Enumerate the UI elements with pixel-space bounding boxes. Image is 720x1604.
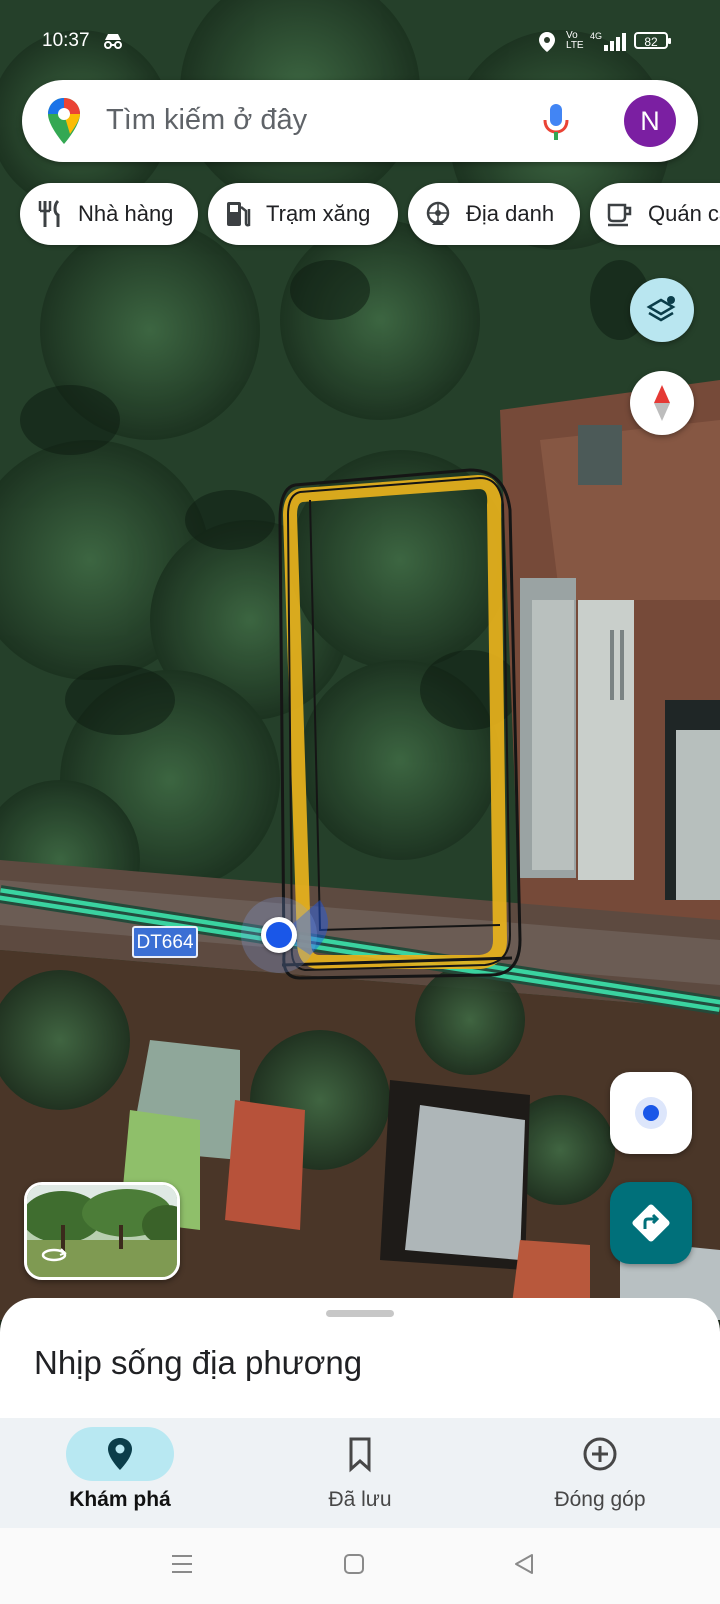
- nav-explore[interactable]: Khám phá: [0, 1418, 240, 1528]
- battery-indicator: 82: [634, 32, 671, 49]
- incognito-icon: [102, 32, 124, 55]
- chip-gas-stations[interactable]: Trạm xăng: [208, 183, 398, 245]
- maps-pin-logo-icon: [46, 96, 82, 151]
- bottom-navigation: Khám phá Đã lưu Đóng góp: [0, 1418, 720, 1528]
- battery-level: 82: [644, 35, 658, 49]
- bottom-sheet[interactable]: Nhịp sống địa phương: [0, 1298, 720, 1418]
- search-input[interactable]: Tìm kiếm ở đây: [106, 104, 307, 137]
- svg-text:4G: 4G: [590, 31, 602, 41]
- chip-label: Nhà hàng: [78, 201, 174, 226]
- signal-icon: 4G: [590, 30, 626, 57]
- gas-pump-icon: [224, 199, 252, 229]
- layers-icon: [645, 293, 679, 332]
- status-time: 10:37: [42, 30, 90, 51]
- nav-label: Đã lưu: [328, 1488, 392, 1511]
- nav-label: Khám phá: [69, 1488, 171, 1511]
- my-location-icon: [630, 1092, 672, 1139]
- coffee-cup-icon: [606, 199, 634, 229]
- back-icon[interactable]: [512, 1552, 536, 1581]
- compass-button[interactable]: [630, 371, 694, 435]
- my-location-button[interactable]: [610, 1072, 692, 1154]
- layers-button[interactable]: [630, 278, 694, 342]
- recents-icon[interactable]: [170, 1552, 194, 1581]
- directions-icon: [629, 1201, 673, 1250]
- microphone-icon[interactable]: [542, 102, 570, 147]
- search-bar[interactable]: Tìm kiếm ở đây N: [22, 80, 698, 162]
- chip-label: Địa danh: [466, 201, 555, 226]
- current-location-dot[interactable]: [261, 917, 297, 953]
- chip-landmarks[interactable]: Địa danh: [408, 183, 580, 245]
- fork-knife-icon: [36, 199, 64, 229]
- directions-button[interactable]: [610, 1182, 692, 1264]
- system-navigation-bar: [0, 1528, 720, 1604]
- chip-coffee[interactable]: Quán cà phê: [590, 183, 720, 245]
- volte-icon: Vo LTE: [566, 30, 584, 51]
- bookmark-icon: [342, 1434, 378, 1474]
- chip-label: Trạm xăng: [266, 201, 371, 226]
- add-circle-icon: [582, 1434, 618, 1474]
- location-status-icon: [538, 31, 556, 58]
- sheet-title: Nhịp sống địa phương: [34, 1344, 363, 1381]
- sheet-drag-handle[interactable]: [326, 1310, 394, 1317]
- road-label[interactable]: DT664: [132, 926, 198, 958]
- compass-icon: [652, 383, 672, 428]
- avatar[interactable]: N: [624, 95, 676, 147]
- chip-restaurants[interactable]: Nhà hàng: [20, 183, 198, 245]
- nav-saved[interactable]: Đã lưu: [240, 1418, 480, 1528]
- nav-contribute[interactable]: Đóng góp: [480, 1418, 720, 1528]
- landmark-icon: [424, 199, 452, 229]
- nav-label: Đóng góp: [554, 1488, 646, 1511]
- status-bar: 10:37 Vo LTE 4G 82: [0, 0, 720, 80]
- street-view-thumbnail[interactable]: [24, 1182, 180, 1280]
- chip-label: Quán cà phê: [648, 201, 720, 226]
- explore-pin-icon: [102, 1434, 138, 1474]
- rotate-360-icon: [41, 1247, 67, 1268]
- home-icon[interactable]: [342, 1552, 366, 1581]
